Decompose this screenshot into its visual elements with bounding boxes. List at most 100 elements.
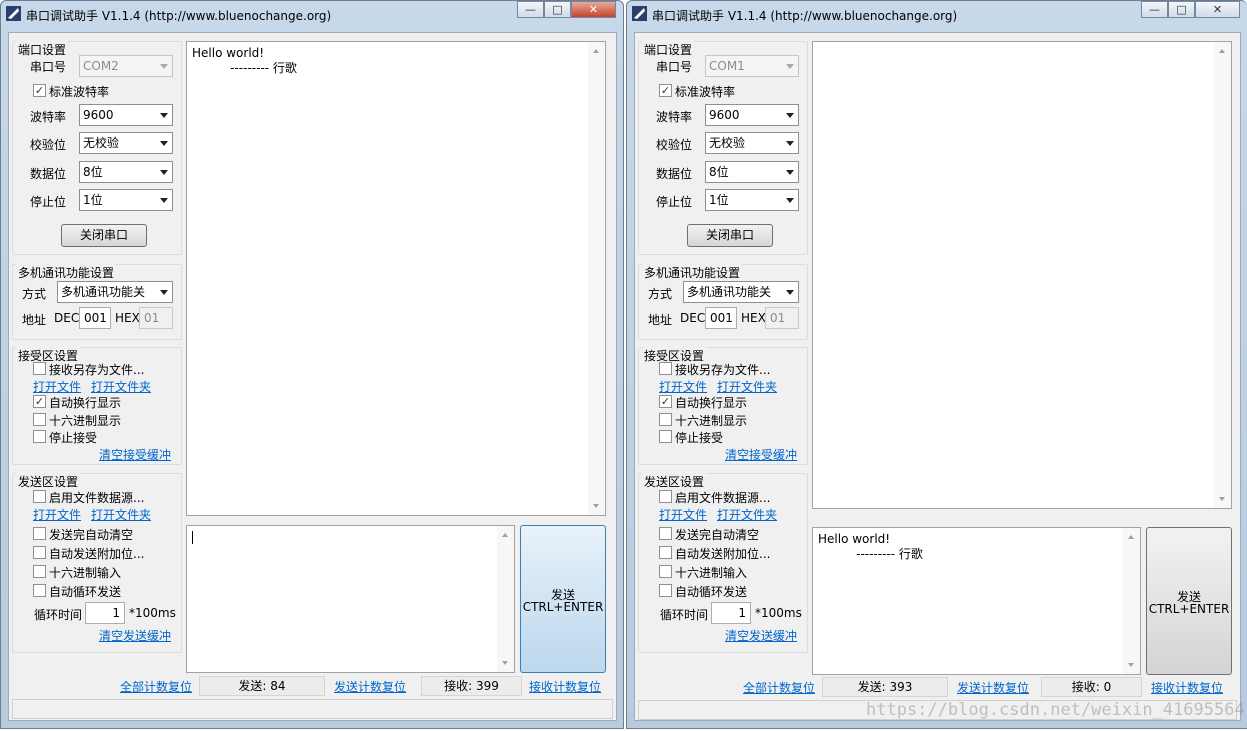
baud-select[interactable]: 9600 bbox=[705, 104, 799, 126]
stop-receive-checkbox[interactable] bbox=[33, 430, 46, 443]
loop-send-checkbox[interactable] bbox=[659, 584, 672, 597]
port-select[interactable]: COM1 bbox=[705, 55, 799, 77]
stopbits-select[interactable]: 1位 bbox=[79, 189, 173, 211]
cycle-input[interactable]: 1 bbox=[85, 602, 125, 624]
cycle-label: 循环时间 bbox=[34, 608, 83, 622]
std-baud-label: 标准波特率 bbox=[675, 85, 736, 99]
cycle-unit: *100ms bbox=[129, 606, 176, 620]
std-baud-checkbox[interactable]: ✓ bbox=[659, 84, 672, 97]
reset-recv-link[interactable]: 接收计数复位 bbox=[1151, 679, 1223, 696]
hex-display-label: 十六进制显示 bbox=[675, 414, 748, 428]
hex-input[interactable]: 01 bbox=[139, 307, 173, 329]
file-source-checkbox[interactable] bbox=[33, 490, 46, 503]
hex-input-checkbox[interactable] bbox=[659, 565, 672, 578]
maximize-button[interactable]: □ bbox=[1168, 1, 1195, 18]
mode-select[interactable]: 多机通讯功能关 bbox=[683, 281, 799, 303]
open-file-link[interactable]: 打开文件 bbox=[659, 506, 707, 523]
send-textarea[interactable]: Hello world! --------- 行歌 bbox=[812, 527, 1141, 675]
loop-send-checkbox[interactable] bbox=[33, 584, 46, 597]
hex-input[interactable]: 01 bbox=[765, 307, 799, 329]
multi-comm-group: 多机通讯功能设置 方式 多机通讯功能关 地址 DEC 001 HEX 01 bbox=[638, 264, 808, 340]
chevron-down-icon bbox=[786, 141, 794, 146]
dec-input[interactable]: 001 bbox=[79, 307, 111, 329]
append-checkbox[interactable] bbox=[659, 546, 672, 559]
close-port-button[interactable]: 关闭串口 bbox=[687, 224, 773, 247]
open-folder-link[interactable]: 打开文件夹 bbox=[717, 378, 777, 395]
group-title: 端口设置 bbox=[642, 41, 695, 58]
send-textarea[interactable] bbox=[186, 525, 515, 673]
save-to-file-label: 接收另存为文件... bbox=[675, 363, 771, 377]
baud-select[interactable]: 9600 bbox=[79, 104, 173, 126]
hex-display-checkbox[interactable] bbox=[33, 413, 46, 426]
group-title: 发送区设置 bbox=[642, 473, 707, 490]
serial-assistant-window-2: 串口调试助手 V1.1.4 (http://www.bluenochange.o… bbox=[626, 0, 1247, 729]
loop-send-label: 自动循环发送 bbox=[49, 585, 122, 599]
recv-counter: 接收: 399 bbox=[421, 676, 522, 696]
reset-sent-link[interactable]: 发送计数复位 bbox=[957, 679, 1029, 696]
open-folder-link[interactable]: 打开文件夹 bbox=[91, 378, 151, 395]
receive-textarea[interactable] bbox=[812, 41, 1232, 509]
open-folder-link[interactable]: 打开文件夹 bbox=[717, 506, 777, 523]
append-checkbox[interactable] bbox=[33, 546, 46, 559]
send-scrollbar[interactable] bbox=[497, 526, 514, 672]
auto-wrap-checkbox[interactable]: ✓ bbox=[659, 395, 672, 408]
chevron-down-icon bbox=[786, 198, 794, 203]
port-label: 串口号 bbox=[30, 60, 67, 74]
hex-input-checkbox[interactable] bbox=[33, 565, 46, 578]
send-scrollbar[interactable] bbox=[1123, 528, 1140, 674]
stopbits-select[interactable]: 1位 bbox=[705, 189, 799, 211]
addr-label: 地址 bbox=[648, 313, 673, 327]
databits-select[interactable]: 8位 bbox=[705, 161, 799, 183]
save-to-file-checkbox[interactable] bbox=[659, 362, 672, 375]
auto-clear-checkbox[interactable] bbox=[659, 527, 672, 540]
stop-receive-checkbox[interactable] bbox=[659, 430, 672, 443]
mode-select[interactable]: 多机通讯功能关 bbox=[57, 281, 173, 303]
hex-label: HEX bbox=[741, 311, 766, 325]
std-baud-checkbox[interactable]: ✓ bbox=[33, 84, 46, 97]
title-bar[interactable]: 串口调试助手 V1.1.4 (http://www.bluenochange.o… bbox=[1, 1, 623, 27]
open-file-link[interactable]: 打开文件 bbox=[33, 378, 81, 395]
auto-wrap-checkbox[interactable]: ✓ bbox=[33, 395, 46, 408]
clear-send-link[interactable]: 清空发送缓冲 bbox=[99, 627, 171, 644]
parity-select[interactable]: 无校验 bbox=[79, 132, 173, 154]
reset-sent-link[interactable]: 发送计数复位 bbox=[334, 678, 406, 695]
reset-all-link[interactable]: 全部计数复位 bbox=[120, 678, 192, 695]
receive-scrollbar[interactable] bbox=[1214, 42, 1231, 508]
open-file-link[interactable]: 打开文件 bbox=[33, 506, 81, 523]
open-file-link[interactable]: 打开文件 bbox=[659, 378, 707, 395]
sent-counter: 发送: 84 bbox=[199, 676, 325, 696]
scroll-down-icon bbox=[1219, 497, 1225, 501]
file-source-checkbox[interactable] bbox=[659, 490, 672, 503]
chevron-down-icon bbox=[786, 113, 794, 118]
send-button[interactable]: 发送 CTRL+ENTER bbox=[520, 525, 606, 673]
parity-select[interactable]: 无校验 bbox=[705, 132, 799, 154]
reset-all-link[interactable]: 全部计数复位 bbox=[743, 679, 815, 696]
scroll-down-icon bbox=[502, 661, 508, 665]
send-button[interactable]: 发送 CTRL+ENTER bbox=[1146, 527, 1232, 675]
databits-select[interactable]: 8位 bbox=[79, 161, 173, 183]
dec-input[interactable]: 001 bbox=[705, 307, 737, 329]
reset-recv-link[interactable]: 接收计数复位 bbox=[529, 678, 601, 695]
close-window-button[interactable]: ✕ bbox=[1195, 1, 1240, 18]
minimize-button[interactable]: — bbox=[517, 1, 544, 18]
clear-receive-link[interactable]: 清空接受缓冲 bbox=[725, 446, 797, 463]
maximize-button[interactable]: □ bbox=[544, 1, 571, 18]
title-bar[interactable]: 串口调试助手 V1.1.4 (http://www.bluenochange.o… bbox=[627, 1, 1247, 27]
receive-scrollbar[interactable] bbox=[588, 42, 605, 515]
port-select[interactable]: COM2 bbox=[79, 55, 173, 77]
cycle-input[interactable]: 1 bbox=[711, 602, 751, 624]
close-window-button[interactable]: ✕ bbox=[571, 1, 616, 18]
send-text: Hello world! --------- 行歌 bbox=[818, 532, 923, 561]
receive-textarea[interactable]: Hello world! --------- 行歌 bbox=[186, 41, 606, 516]
clear-receive-link[interactable]: 清空接受缓冲 bbox=[99, 446, 171, 463]
clear-send-link[interactable]: 清空发送缓冲 bbox=[725, 627, 797, 644]
save-to-file-checkbox[interactable] bbox=[33, 362, 46, 375]
auto-clear-checkbox[interactable] bbox=[33, 527, 46, 540]
serial-assistant-window-1: 串口调试助手 V1.1.4 (http://www.bluenochange.o… bbox=[0, 0, 624, 729]
chevron-down-icon bbox=[160, 290, 168, 295]
open-folder-link[interactable]: 打开文件夹 bbox=[91, 506, 151, 523]
close-port-button[interactable]: 关闭串口 bbox=[61, 224, 147, 247]
hex-display-checkbox[interactable] bbox=[659, 413, 672, 426]
minimize-button[interactable]: — bbox=[1141, 1, 1168, 18]
baud-label: 波特率 bbox=[30, 110, 67, 124]
